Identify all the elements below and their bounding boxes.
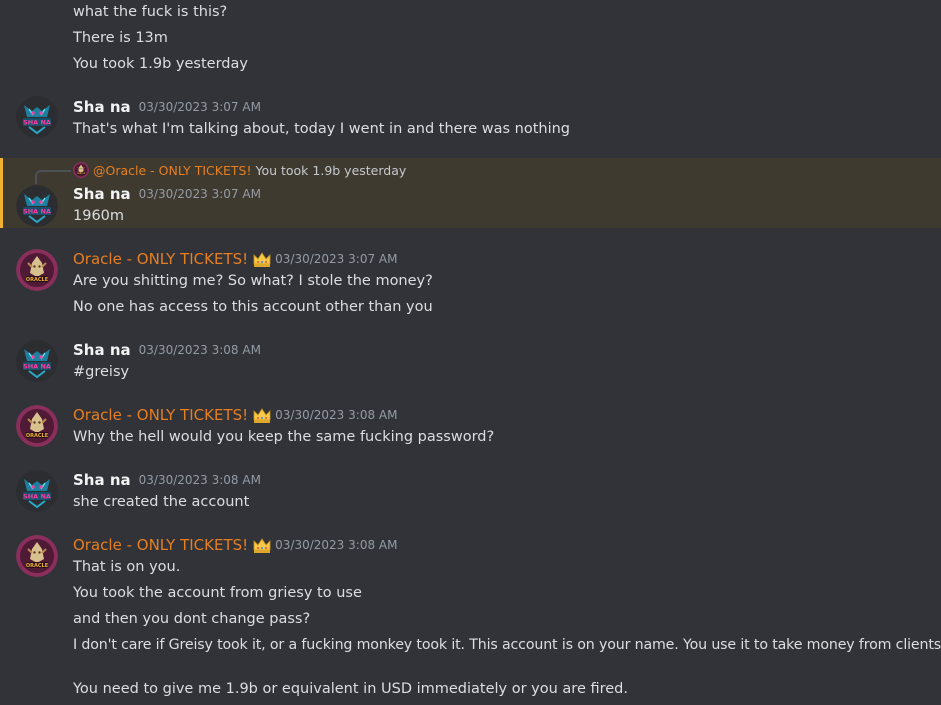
reply-text[interactable]: You took 1.9b yesterday [255,163,406,178]
message-line: That is on you. [73,559,181,575]
message-line: That's what I'm talking about, today I w… [73,121,571,137]
message-line: You took 1.9b yesterday [73,56,248,72]
timestamp[interactable]: 03/30/2023 3:07 AM [139,187,261,201]
crown-icon [253,252,271,268]
timestamp[interactable]: 03/30/2023 3:07 AM [139,100,261,114]
reply-preview[interactable]: @Oracle - ONLY TICKETS! You took 1.9b ye… [73,161,406,179]
timestamp[interactable]: 03/30/2023 3:08 AM [275,408,397,422]
timestamp[interactable]: 03/30/2023 3:07 AM [275,252,397,266]
message-line: what the fuck is this? [73,4,228,20]
shana-avatar[interactable] [16,96,58,138]
chat-message-list: what the fuck is this? There is 13m You … [0,0,941,705]
message-line: I don't care if Greisy took it, or a fuc… [73,637,941,653]
mention-highlight-bar [0,158,3,228]
message-line: and then you dont change pass? [73,611,311,627]
oracle-avatar[interactable] [16,405,58,447]
message-header: Sha na 03/30/2023 3:08 AM [73,340,261,360]
message-line: 1960m [73,208,125,224]
username[interactable]: Sha na [73,471,131,489]
oracle-avatar[interactable] [16,249,58,291]
message-line: No one has access to this account other … [73,299,433,315]
shana-avatar[interactable] [16,470,58,512]
crown-icon [253,538,271,554]
message-header: Oracle - ONLY TICKETS! 03/30/2023 3:07 A… [73,249,397,269]
timestamp[interactable]: 03/30/2023 3:08 AM [139,343,261,357]
oracle-avatar[interactable] [16,535,58,577]
message-line: There is 13m [73,30,168,46]
message-header: Sha na 03/30/2023 3:08 AM [73,470,261,490]
message-line: Why the hell would you keep the same fuc… [73,429,495,445]
message-line: Are you shitting me? So what? I stole th… [73,273,433,289]
username[interactable]: Sha na [73,98,131,116]
message-line: You took the account from griesy to use [73,585,362,601]
message-line: she created the account [73,494,250,510]
timestamp[interactable]: 03/30/2023 3:08 AM [275,538,397,552]
shana-avatar[interactable] [16,185,58,227]
shana-avatar[interactable] [16,340,58,382]
message-header: Oracle - ONLY TICKETS! 03/30/2023 3:08 A… [73,405,397,425]
reply-connector [35,170,71,184]
oracle-avatar [73,162,89,178]
message-header: Sha na 03/30/2023 3:07 AM [73,97,261,117]
message-header: Oracle - ONLY TICKETS! 03/30/2023 3:08 A… [73,535,397,555]
username[interactable]: Sha na [73,341,131,359]
message-line: You need to give me 1.9b or equivalent i… [73,681,628,697]
username[interactable]: Oracle - ONLY TICKETS! [73,536,248,554]
message-header: Sha na 03/30/2023 3:07 AM [73,184,261,204]
timestamp[interactable]: 03/30/2023 3:08 AM [139,473,261,487]
reply-mention[interactable]: @Oracle - ONLY TICKETS! [93,163,251,178]
crown-icon [253,408,271,424]
username[interactable]: Sha na [73,185,131,203]
message-line: #greisy [73,364,130,380]
username[interactable]: Oracle - ONLY TICKETS! [73,250,248,268]
username[interactable]: Oracle - ONLY TICKETS! [73,406,248,424]
